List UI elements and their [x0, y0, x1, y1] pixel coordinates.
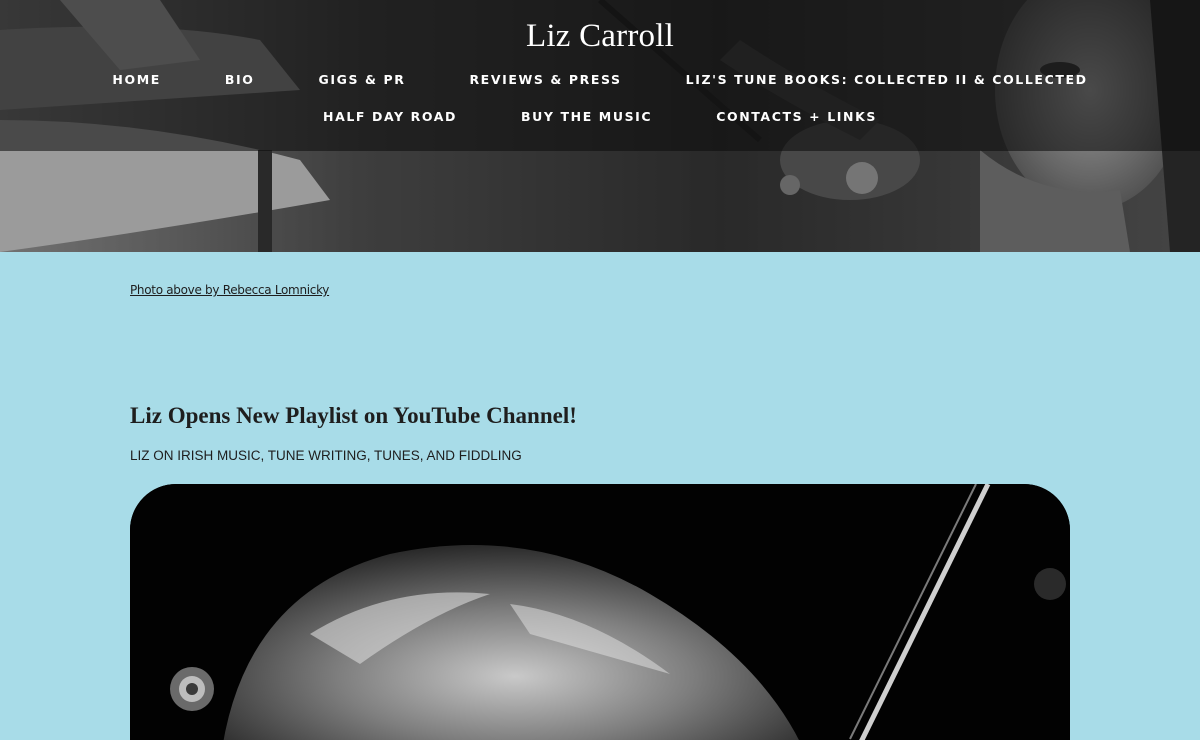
post-subtitle: LIZ ON IRISH MUSIC, TUNE WRITING, TUNES,… [130, 448, 522, 463]
nav-item-home[interactable]: HOME [112, 71, 160, 88]
site-title[interactable]: Liz Carroll [0, 18, 1200, 55]
post-title: Liz Opens New Playlist on YouTube Channe… [130, 403, 577, 428]
nav-item-buy-the-music[interactable]: BUY THE MUSIC [521, 108, 652, 125]
nav-item-contacts-links[interactable]: CONTACTS + LINKS [716, 108, 877, 125]
hero-banner: Liz Carroll HOME BIO GIGS & PR REVIEWS &… [0, 0, 1200, 252]
main-nav-row-2: HALF DAY ROAD BUY THE MUSIC CONTACTS + L… [0, 108, 1200, 125]
hero-lower-shade [0, 151, 1200, 252]
feature-image[interactable] [130, 484, 1070, 740]
main-nav-row-1: HOME BIO GIGS & PR REVIEWS & PRESS LIZ'S… [0, 71, 1200, 88]
nav-item-half-day-road[interactable]: HALF DAY ROAD [323, 108, 457, 125]
nav-item-gigs-pr[interactable]: GIGS & PR [318, 71, 405, 88]
nav-item-reviews-press[interactable]: REVIEWS & PRESS [469, 71, 621, 88]
nav-item-bio[interactable]: BIO [225, 71, 255, 88]
photo-credit-link[interactable]: Photo above by Rebecca Lomnicky [130, 283, 329, 297]
nav-item-tune-books[interactable]: LIZ'S TUNE BOOKS: COLLECTED II & COLLECT… [686, 71, 1088, 88]
